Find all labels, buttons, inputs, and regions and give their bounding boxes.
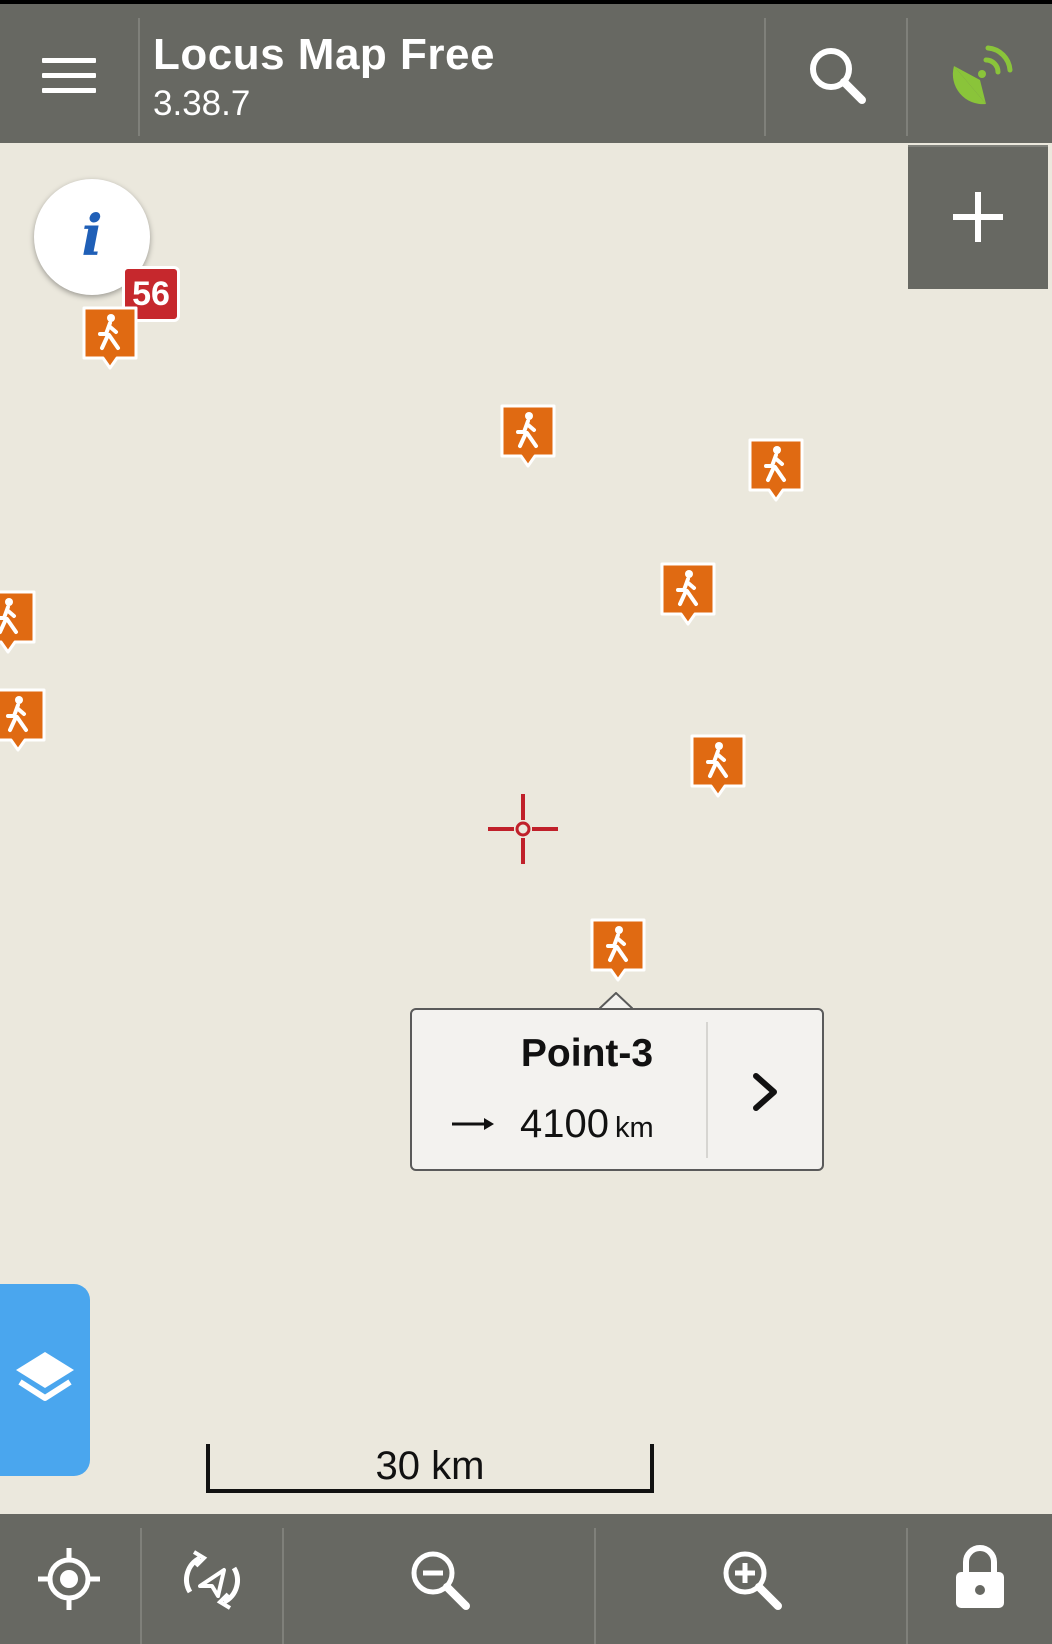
zoom-out-button[interactable]	[284, 1514, 594, 1644]
app-title: Locus Map Free	[153, 30, 495, 79]
poi-marker[interactable]	[500, 402, 558, 472]
poi-marker[interactable]	[0, 588, 38, 658]
scale-bar: 30 km	[206, 1444, 654, 1494]
zoom-out-icon	[411, 1551, 470, 1610]
zoom-in-icon	[723, 1551, 782, 1610]
menu-button[interactable]	[0, 4, 138, 143]
lock-button[interactable]	[908, 1514, 1052, 1644]
map-center-crosshair	[488, 794, 558, 864]
info-icon: i	[81, 203, 103, 269]
map-rotate-button[interactable]	[142, 1514, 282, 1644]
distance-value: 4100	[520, 1102, 609, 1146]
app-version: 3.38.7	[153, 84, 251, 123]
poi-marker[interactable]	[82, 304, 140, 374]
bottom-toolbar	[0, 1514, 1052, 1644]
chevron-right-icon	[753, 1073, 777, 1111]
poi-marker[interactable]	[0, 686, 48, 756]
gps-button[interactable]	[908, 4, 1052, 143]
direction-arrow-icon	[452, 1118, 494, 1130]
search-button[interactable]	[766, 4, 906, 143]
my-location-button[interactable]	[0, 1514, 140, 1644]
point-distance: 4100 km	[520, 1102, 654, 1147]
distance-unit: km	[614, 1112, 654, 1144]
scale-line	[206, 1444, 654, 1493]
zoom-in-button[interactable]	[596, 1514, 906, 1644]
point-name: Point-3	[520, 1032, 654, 1075]
my-location-icon	[38, 1548, 100, 1610]
search-icon	[810, 48, 866, 104]
poi-marker[interactable]	[690, 732, 748, 802]
open-point-button[interactable]	[708, 1010, 822, 1169]
poi-marker[interactable]	[660, 560, 718, 630]
layers-icon	[16, 1352, 74, 1401]
gps-satellite-icon	[952, 45, 1013, 105]
divider	[138, 18, 140, 136]
poi-marker[interactable]	[748, 436, 806, 506]
point-popup[interactable]: Point-3 4100 km	[410, 1008, 824, 1171]
top-app-bar: Locus Map Free 3.38.7	[0, 0, 1052, 143]
lock-icon	[956, 1545, 1004, 1608]
map-rotate-icon	[184, 1550, 240, 1610]
layers-button[interactable]	[0, 1284, 90, 1476]
poi-marker[interactable]	[590, 916, 648, 986]
